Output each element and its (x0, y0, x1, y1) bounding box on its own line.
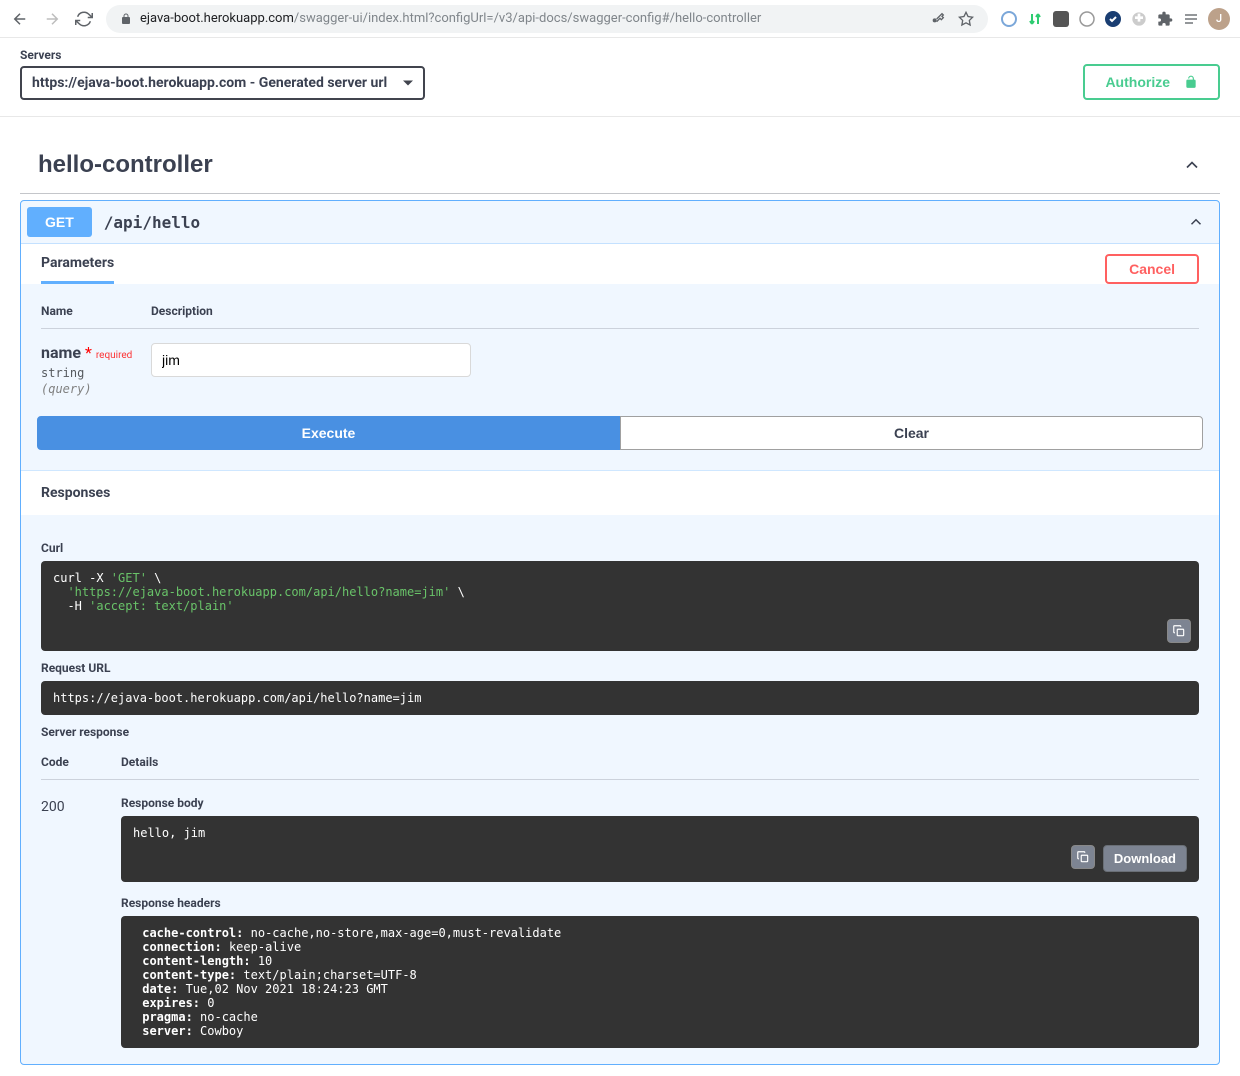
chevron-up-icon (1187, 213, 1205, 231)
param-value-input[interactable] (151, 343, 471, 377)
back-button[interactable] (10, 9, 30, 29)
status-code: 200 (41, 799, 65, 815)
url-path: /swagger-ui/index.html?configUrl=/v3/api… (294, 11, 761, 26)
ext-icon-1[interactable] (1000, 10, 1018, 28)
response-body-block: hello, jim Download (121, 816, 1199, 882)
authorize-button[interactable]: Authorize (1083, 64, 1220, 100)
copy-response-button[interactable] (1071, 845, 1095, 869)
copy-curl-button[interactable] (1167, 619, 1191, 643)
ext-icon-3[interactable] (1052, 10, 1070, 28)
clipboard-icon (1172, 624, 1186, 638)
required-label: required (96, 350, 132, 361)
method-badge: GET (27, 207, 92, 237)
secure-lock-icon (120, 13, 132, 25)
reload-button[interactable] (74, 9, 94, 29)
key-icon (930, 11, 946, 27)
param-type: string (41, 366, 151, 380)
required-star: * (85, 343, 92, 362)
servers-label: Servers (20, 48, 425, 62)
response-headers-block: cache-control: no-cache,no-store,max-age… (121, 916, 1199, 1048)
response-body-text: hello, jim (133, 826, 1187, 840)
clipboard-icon (1076, 850, 1090, 864)
operation-header[interactable]: GET /api/hello (21, 201, 1219, 243)
authorize-label: Authorize (1105, 74, 1170, 90)
extensions: J (1000, 8, 1230, 30)
tag-name: hello-controller (38, 151, 213, 179)
param-in: (query) (41, 382, 151, 396)
url-host: ejava-boot.herokuapp.com (140, 11, 294, 26)
star-icon[interactable] (958, 11, 974, 27)
parameters-tab: Parameters (41, 255, 114, 284)
cancel-button[interactable]: Cancel (1105, 254, 1199, 284)
col-header-name: Name (41, 304, 151, 318)
servers-bar: Servers https://ejava-boot.herokuapp.com… (0, 38, 1240, 117)
extensions-puzzle-icon[interactable] (1156, 10, 1174, 28)
request-url-block: https://ejava-boot.herokuapp.com/api/hel… (41, 681, 1199, 715)
address-bar[interactable]: ejava-boot.herokuapp.com/swagger-ui/inde… (106, 5, 988, 33)
parameters-header: Parameters Cancel (21, 244, 1219, 284)
response-headers-label: Response headers (121, 896, 1199, 910)
param-name: name (41, 343, 81, 362)
execute-button[interactable]: Execute (37, 416, 620, 450)
col-header-description: Description (151, 304, 1199, 318)
curl-block: curl -X 'GET' \ 'https://ejava-boot.hero… (41, 561, 1199, 651)
reading-list-icon[interactable] (1182, 10, 1200, 28)
chevron-up-icon (1182, 155, 1202, 175)
ext-icon-2[interactable] (1026, 10, 1044, 28)
server-response-label: Server response (41, 725, 1199, 739)
parameter-row: name * required string (query) (41, 329, 1199, 396)
responses-header: Responses (21, 470, 1219, 515)
response-body-label: Response body (121, 796, 1199, 810)
parameters-table: Name Description name * required string … (21, 284, 1219, 416)
request-url-label: Request URL (41, 661, 1199, 675)
download-button[interactable]: Download (1103, 845, 1187, 872)
col-header-details: Details (121, 755, 1199, 769)
ext-icon-6[interactable] (1130, 10, 1148, 28)
browser-toolbar: ejava-boot.herokuapp.com/swagger-ui/inde… (0, 0, 1240, 38)
ext-icon-4[interactable] (1078, 10, 1096, 28)
operation-get-hello: GET /api/hello Parameters Cancel Name De… (20, 200, 1220, 1065)
servers-select[interactable]: https://ejava-boot.herokuapp.com - Gener… (20, 66, 425, 100)
col-header-code: Code (41, 755, 121, 769)
curl-label: Curl (41, 541, 1199, 555)
clear-button[interactable]: Clear (620, 416, 1203, 450)
profile-avatar[interactable]: J (1208, 8, 1230, 30)
operation-path: /api/hello (104, 213, 200, 232)
ext-icon-5[interactable] (1104, 10, 1122, 28)
forward-button[interactable] (42, 9, 62, 29)
lock-open-icon (1184, 74, 1198, 90)
tag-header[interactable]: hello-controller (20, 137, 1220, 194)
